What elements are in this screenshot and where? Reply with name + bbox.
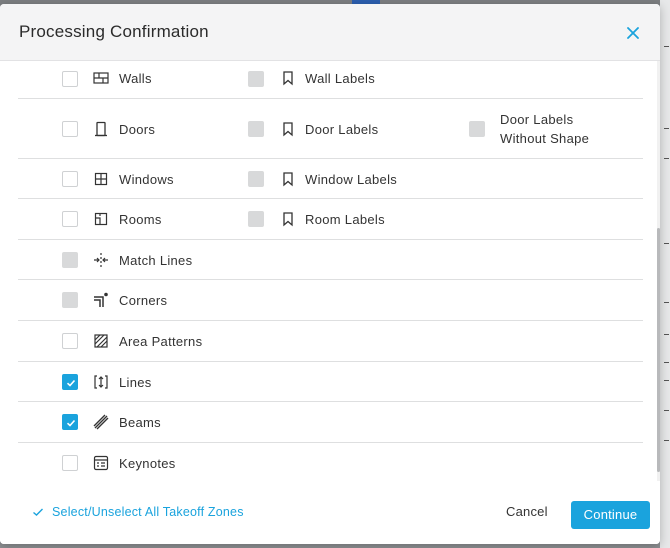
door-labels-label: Door Labels	[305, 122, 379, 137]
list-item-windows: Windows Window Labels	[18, 159, 643, 199]
bookmark-icon	[279, 210, 297, 228]
room-labels-label: Room Labels	[305, 212, 385, 227]
corners-label: Corners	[119, 293, 168, 308]
continue-button[interactable]: Continue	[571, 501, 650, 529]
takeoff-zones-list: Walls Wall Labels Doors Door Labels Door…	[0, 61, 660, 481]
corner-icon	[92, 291, 110, 309]
checkmark-icon	[33, 508, 43, 516]
scrollbar-thumb[interactable]	[657, 228, 660, 472]
list-item-doors: Doors Door Labels Door Labels Without Sh…	[18, 99, 643, 159]
lines-checkbox[interactable]	[62, 374, 78, 390]
walls-checkbox[interactable]	[62, 71, 78, 87]
list-item-beams: Beams	[18, 402, 643, 443]
bookmark-icon	[279, 170, 297, 188]
walls-label: Walls	[119, 71, 152, 86]
select-all-label: Select/Unselect All Takeoff Zones	[52, 505, 244, 519]
wall-labels-label: Wall Labels	[305, 71, 376, 86]
list-item-match-lines: Match Lines	[18, 240, 643, 280]
dialog-footer: Select/Unselect All Takeoff Zones Cancel…	[0, 481, 660, 544]
room-icon	[92, 210, 110, 228]
match-lines-icon	[92, 251, 110, 269]
door-icon	[92, 120, 110, 138]
match-lines-checkbox[interactable]	[62, 252, 78, 268]
room-labels-checkbox[interactable]	[248, 211, 264, 227]
lines-icon	[92, 373, 110, 391]
window-labels-checkbox[interactable]	[248, 171, 264, 187]
list-item-keynotes: Keynotes	[18, 443, 643, 481]
dialog-title: Processing Confirmation	[19, 22, 209, 41]
corners-checkbox[interactable]	[62, 292, 78, 308]
close-icon[interactable]	[624, 24, 642, 42]
list-item-lines: Lines	[18, 362, 643, 402]
bookmark-icon	[279, 120, 297, 138]
select-all-takeoff-zones-link[interactable]: Select/Unselect All Takeoff Zones	[32, 505, 244, 519]
lines-label: Lines	[119, 375, 152, 390]
area-pattern-icon	[92, 332, 110, 350]
beams-checkbox[interactable]	[62, 414, 78, 430]
window-icon	[92, 170, 110, 188]
bookmark-icon	[279, 69, 297, 87]
background-app-panel	[660, 0, 670, 548]
list-item-walls: Walls Wall Labels	[18, 61, 643, 99]
rooms-label: Rooms	[119, 212, 162, 227]
list-item-corners: Corners	[18, 280, 643, 321]
match-lines-label: Match Lines	[119, 253, 193, 268]
window-labels-label: Window Labels	[305, 172, 398, 187]
doors-label: Doors	[119, 122, 156, 137]
dialog-header: Processing Confirmation	[0, 4, 660, 61]
wall-icon	[92, 69, 110, 87]
keynotes-checkbox[interactable]	[62, 455, 78, 471]
rooms-checkbox[interactable]	[62, 211, 78, 227]
door-labels-without-shape-label: Door Labels Without Shape	[500, 112, 590, 146]
windows-label: Windows	[119, 172, 174, 187]
keynotes-icon	[92, 454, 110, 472]
list-item-rooms: Rooms Room Labels	[18, 199, 643, 240]
windows-checkbox[interactable]	[62, 171, 78, 187]
beams-icon	[92, 413, 110, 431]
area-patterns-label: Area Patterns	[119, 334, 203, 349]
keynotes-label: Keynotes	[119, 456, 176, 471]
door-labels-checkbox[interactable]	[248, 121, 264, 137]
cancel-button[interactable]: Cancel	[506, 504, 548, 519]
door-labels-without-shape-checkbox[interactable]	[469, 121, 485, 137]
wall-labels-checkbox[interactable]	[248, 71, 264, 87]
processing-confirmation-dialog: Processing Confirmation Walls Wall Label…	[0, 4, 660, 544]
beams-label: Beams	[119, 415, 161, 430]
doors-checkbox[interactable]	[62, 121, 78, 137]
area-patterns-checkbox[interactable]	[62, 333, 78, 349]
list-item-area-patterns: Area Patterns	[18, 321, 643, 362]
